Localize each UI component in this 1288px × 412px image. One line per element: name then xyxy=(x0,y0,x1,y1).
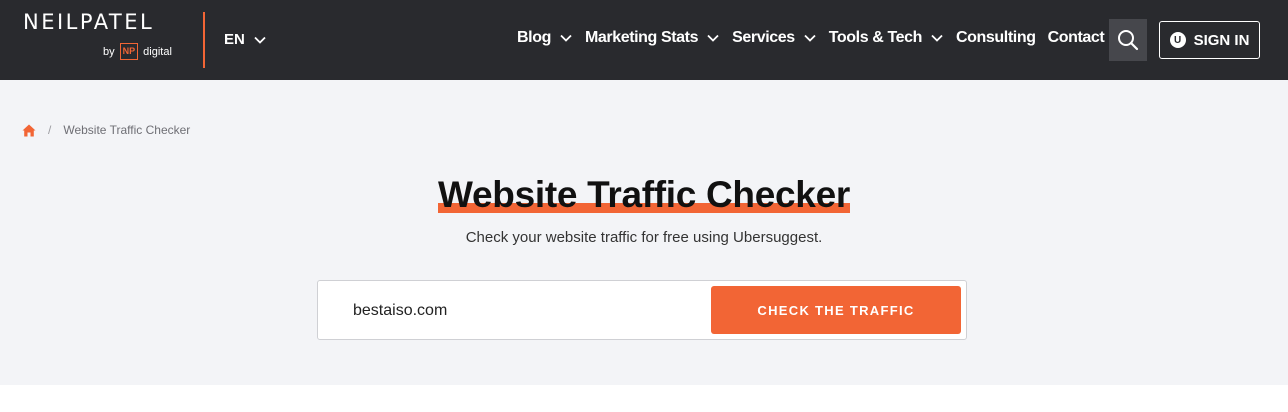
chevron-down-icon xyxy=(254,36,266,44)
breadcrumb-current: Website Traffic Checker xyxy=(63,123,191,137)
breadcrumb: / Website Traffic Checker xyxy=(22,123,190,137)
sign-in-label: SIGN IN xyxy=(1193,31,1250,49)
chevron-down-icon xyxy=(804,34,816,42)
logo-digital-text: digital xyxy=(143,45,172,58)
page-title-wrapper: Website Traffic Checker xyxy=(0,174,1288,216)
page-title: Website Traffic Checker xyxy=(438,174,850,216)
search-icon xyxy=(1118,30,1139,51)
page-subtitle: Check your website traffic for free usin… xyxy=(465,229,823,246)
nav-label: Services xyxy=(732,29,795,46)
language-selector[interactable]: EN xyxy=(224,31,266,48)
chevron-down-icon xyxy=(931,34,943,42)
page-title-text: Website Traffic Checker xyxy=(438,174,850,215)
nav-item-consulting[interactable]: Consulting xyxy=(956,29,1036,47)
ubersuggest-icon: U xyxy=(1169,32,1186,48)
breadcrumb-separator: / xyxy=(48,123,52,137)
nav-label: Consulting xyxy=(956,29,1036,46)
check-traffic-button[interactable]: CHECK THE TRAFFIC xyxy=(711,286,961,334)
nav-item-marketing-stats[interactable]: Marketing Stats xyxy=(585,29,719,47)
logo-by-text: by xyxy=(103,45,115,58)
search-button[interactable] xyxy=(1109,19,1147,61)
neilpatel-logo[interactable]: NEILPATEL by NP digital xyxy=(23,10,188,68)
header-divider xyxy=(203,12,205,68)
np-digital-badge: NP xyxy=(119,43,139,60)
nav-label: Contact xyxy=(1047,29,1105,46)
nav-label: Marketing Stats xyxy=(584,29,699,46)
top-navigation-bar: NEILPATEL by NP digital EN Blog Marketin… xyxy=(0,0,1288,80)
language-label: EN xyxy=(224,31,245,48)
chevron-down-icon xyxy=(560,34,572,42)
hero-section: / Website Traffic Checker Website Traffi… xyxy=(0,80,1288,385)
nav-item-services[interactable]: Services xyxy=(732,29,816,47)
logo-byline: by NP digital xyxy=(103,43,172,60)
home-icon[interactable] xyxy=(22,124,36,137)
nav-item-tools-tech[interactable]: Tools & Tech xyxy=(829,29,943,47)
nav-label: Blog xyxy=(517,29,551,46)
main-nav: Blog Marketing Stats Services Tools & Te… xyxy=(517,29,1105,47)
chevron-down-icon xyxy=(707,34,719,42)
nav-label: Tools & Tech xyxy=(828,29,923,46)
nav-item-blog[interactable]: Blog xyxy=(517,29,572,47)
traffic-check-form: CHECK THE TRAFFIC xyxy=(317,280,967,340)
nav-item-contact[interactable]: Contact xyxy=(1048,29,1105,47)
logo-wordmark: NEILPATEL xyxy=(23,10,155,34)
sign-in-button[interactable]: U SIGN IN xyxy=(1159,21,1260,59)
domain-input[interactable] xyxy=(353,291,713,331)
